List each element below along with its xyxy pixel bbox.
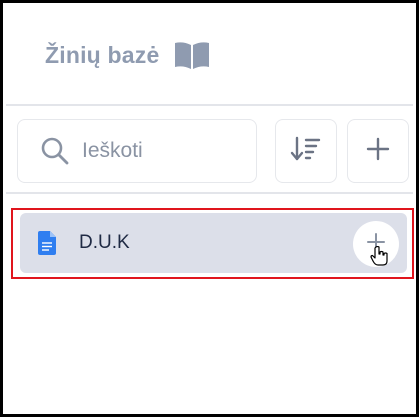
sort-descending-icon [290,135,322,168]
toolbar: Ieškoti [6,108,413,194]
search-input[interactable]: Ieškoti [17,119,257,183]
plus-icon [365,136,391,167]
page-title: Žinių bazė [45,41,160,68]
search-placeholder: Ieškoti [82,139,143,162]
add-button[interactable] [347,119,409,183]
header: Žinių bazė [6,6,413,106]
sort-button[interactable] [275,119,337,183]
app-window: Žinių bazė Ieškoti D.U.K [0,0,419,417]
open-book-icon [173,40,211,70]
selection-highlight [11,208,414,279]
hand-pointer-cursor-icon [370,245,388,266]
search-icon [40,136,70,166]
